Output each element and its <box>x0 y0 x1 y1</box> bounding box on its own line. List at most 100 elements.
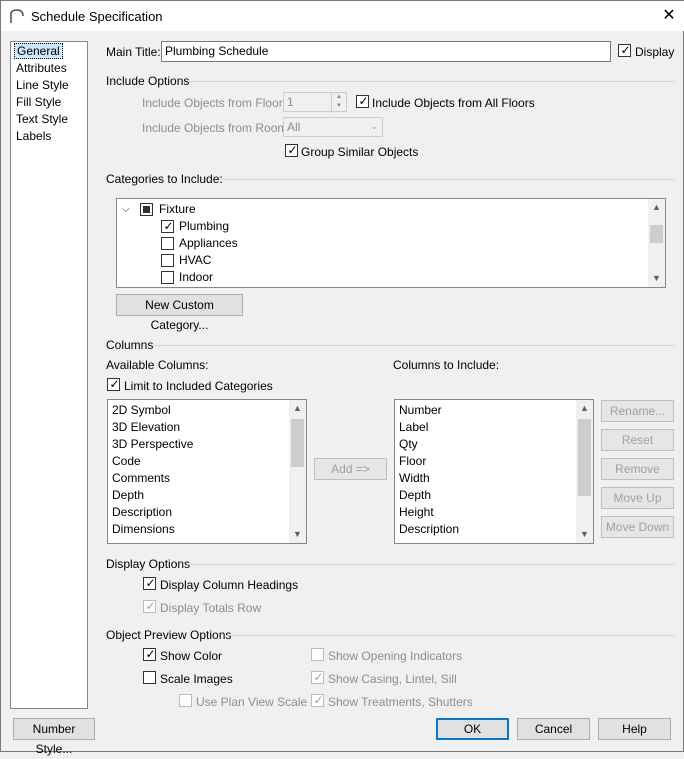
list-item[interactable]: Dimensions <box>112 521 175 538</box>
spinner-arrows[interactable]: ▲ ▼ <box>331 93 346 113</box>
nav-item-general[interactable]: General <box>14 43 63 59</box>
all-floors-checkbox[interactable]: ✓ <box>356 94 369 108</box>
scroll-up-icon[interactable]: ▲ <box>289 400 306 417</box>
reset-button[interactable]: Reset <box>601 429 674 451</box>
list-item[interactable]: Code <box>112 453 141 470</box>
ok-button[interactable]: OK <box>436 718 509 740</box>
check-icon: ✓ <box>358 94 369 108</box>
categories-scrollbar[interactable]: ▲ ▼ <box>648 199 665 287</box>
help-button[interactable]: Help <box>598 718 671 740</box>
group-similar-label: Group Similar Objects <box>301 145 419 159</box>
plumbing-checkbox[interactable]: ✓ <box>161 219 174 233</box>
list-item[interactable]: Qty <box>399 436 418 453</box>
list-item[interactable]: Description <box>112 504 172 521</box>
display-title-checkbox[interactable]: ✓ <box>618 43 631 57</box>
room-select[interactable]: All ⌄ <box>283 117 383 137</box>
tree-item-hvac[interactable]: HVAC <box>179 253 211 267</box>
scroll-up-icon[interactable]: ▲ <box>576 400 593 417</box>
available-columns-label: Available Columns: <box>106 358 209 372</box>
column-headings-checkbox[interactable]: ✓ <box>143 576 156 590</box>
show-color-label: Show Color <box>160 649 223 663</box>
categories-heading: Categories to Include: <box>106 172 223 186</box>
list-item[interactable]: Depth <box>112 487 144 504</box>
appliances-checkbox[interactable] <box>161 237 174 250</box>
totals-row-checkbox[interactable]: ✓ <box>143 599 156 613</box>
window-title: Schedule Specification <box>31 9 163 24</box>
opening-indicators-checkbox[interactable] <box>311 648 324 661</box>
move-down-button[interactable]: Move Down <box>601 516 674 538</box>
check-icon: ✓ <box>313 670 324 684</box>
preview-options-heading: Object Preview Options <box>106 628 232 642</box>
divider <box>187 564 675 565</box>
included-columns-list[interactable]: Number Label Qty Floor Width Depth Heigh… <box>394 399 594 544</box>
plan-view-scale-checkbox[interactable] <box>179 694 192 707</box>
scroll-thumb[interactable] <box>650 225 663 243</box>
limit-categories-label: Limit to Included Categories <box>124 379 273 393</box>
add-column-button[interactable]: Add => <box>314 458 387 480</box>
included-scrollbar[interactable]: ▲ ▼ <box>576 400 593 543</box>
limit-categories-checkbox[interactable]: ✓ <box>107 377 120 391</box>
columns-to-include-label: Columns to Include: <box>393 358 500 372</box>
cancel-button[interactable]: Cancel <box>517 718 590 740</box>
list-item[interactable]: 2D Symbol <box>112 402 171 419</box>
available-columns-list[interactable]: 2D Symbol 3D Elevation 3D Perspective Co… <box>107 399 307 544</box>
nav-item-labels[interactable]: Labels <box>14 128 53 144</box>
nav-item-fill-style[interactable]: Fill Style <box>14 94 63 110</box>
list-item[interactable]: 3D Elevation <box>112 419 180 436</box>
tree-item-plumbing[interactable]: Plumbing <box>179 219 229 233</box>
nav-item-text-style[interactable]: Text Style <box>14 111 70 127</box>
nav-item-line-style[interactable]: Line Style <box>14 77 71 93</box>
totals-row-label: Display Totals Row <box>160 601 262 615</box>
indoor-checkbox[interactable] <box>161 271 174 284</box>
list-item[interactable]: Width <box>399 470 430 487</box>
fixture-checkbox[interactable] <box>140 203 153 216</box>
list-item[interactable]: Height <box>399 504 434 521</box>
rename-button[interactable]: Rename... <box>601 400 674 422</box>
divider <box>189 81 675 82</box>
display-title-label: Display <box>635 45 675 59</box>
app-icon <box>10 9 24 23</box>
categories-tree[interactable]: ⌵ Fixture ✓ Plumbing Appliances HVAC Ind… <box>116 198 666 288</box>
list-item[interactable]: Floor <box>399 453 426 470</box>
opening-indicators-label: Show Opening Indicators <box>328 649 463 663</box>
title-bar: Schedule Specification ✕ <box>1 1 684 31</box>
list-item[interactable]: Description <box>399 521 459 538</box>
hvac-checkbox[interactable] <box>161 254 174 267</box>
group-similar-checkbox[interactable]: ✓ <box>285 143 298 157</box>
check-icon: ✓ <box>287 143 298 157</box>
treatments-checkbox[interactable]: ✓ <box>311 693 324 707</box>
scroll-down-icon[interactable]: ▼ <box>289 526 306 543</box>
collapse-chevron-icon[interactable]: ⌵ <box>122 204 130 215</box>
remove-button[interactable]: Remove <box>601 458 674 480</box>
scroll-thumb[interactable] <box>291 419 304 467</box>
show-color-checkbox[interactable]: ✓ <box>143 647 156 661</box>
list-item[interactable]: Comments <box>112 470 170 487</box>
number-style-button[interactable]: Number Style... <box>13 718 95 756</box>
list-item[interactable]: Number <box>399 402 442 419</box>
columns-heading: Columns <box>106 338 154 352</box>
new-custom-category-button[interactable]: New Custom Category... <box>116 294 243 332</box>
list-item[interactable]: Label <box>399 419 428 436</box>
tree-item-fixture[interactable]: Fixture <box>159 202 196 216</box>
scroll-down-icon[interactable]: ▼ <box>648 270 665 287</box>
scale-images-checkbox[interactable] <box>143 671 156 684</box>
main-title-input[interactable]: Plumbing Schedule <box>161 41 611 62</box>
move-up-button[interactable]: Move Up <box>601 487 674 509</box>
scroll-down-icon[interactable]: ▼ <box>576 526 593 543</box>
check-icon: ✓ <box>145 599 156 613</box>
floor-spinner[interactable]: 1 ▲ ▼ <box>283 92 347 113</box>
check-icon: ✓ <box>145 647 156 661</box>
treatments-label: Show Treatments, Shutters <box>328 695 473 709</box>
scroll-thumb[interactable] <box>578 419 591 496</box>
display-options-heading: Display Options <box>106 557 191 571</box>
include-options-heading: Include Options <box>106 74 190 88</box>
nav-item-attributes[interactable]: Attributes <box>14 60 69 76</box>
casing-checkbox[interactable]: ✓ <box>311 670 324 684</box>
scroll-up-icon[interactable]: ▲ <box>648 199 665 216</box>
available-scrollbar[interactable]: ▲ ▼ <box>289 400 306 543</box>
list-item[interactable]: 3D Perspective <box>112 436 193 453</box>
close-icon[interactable]: ✕ <box>656 4 682 28</box>
tree-item-indoor[interactable]: Indoor <box>179 270 213 284</box>
list-item[interactable]: Depth <box>399 487 431 504</box>
tree-item-appliances[interactable]: Appliances <box>179 236 238 250</box>
